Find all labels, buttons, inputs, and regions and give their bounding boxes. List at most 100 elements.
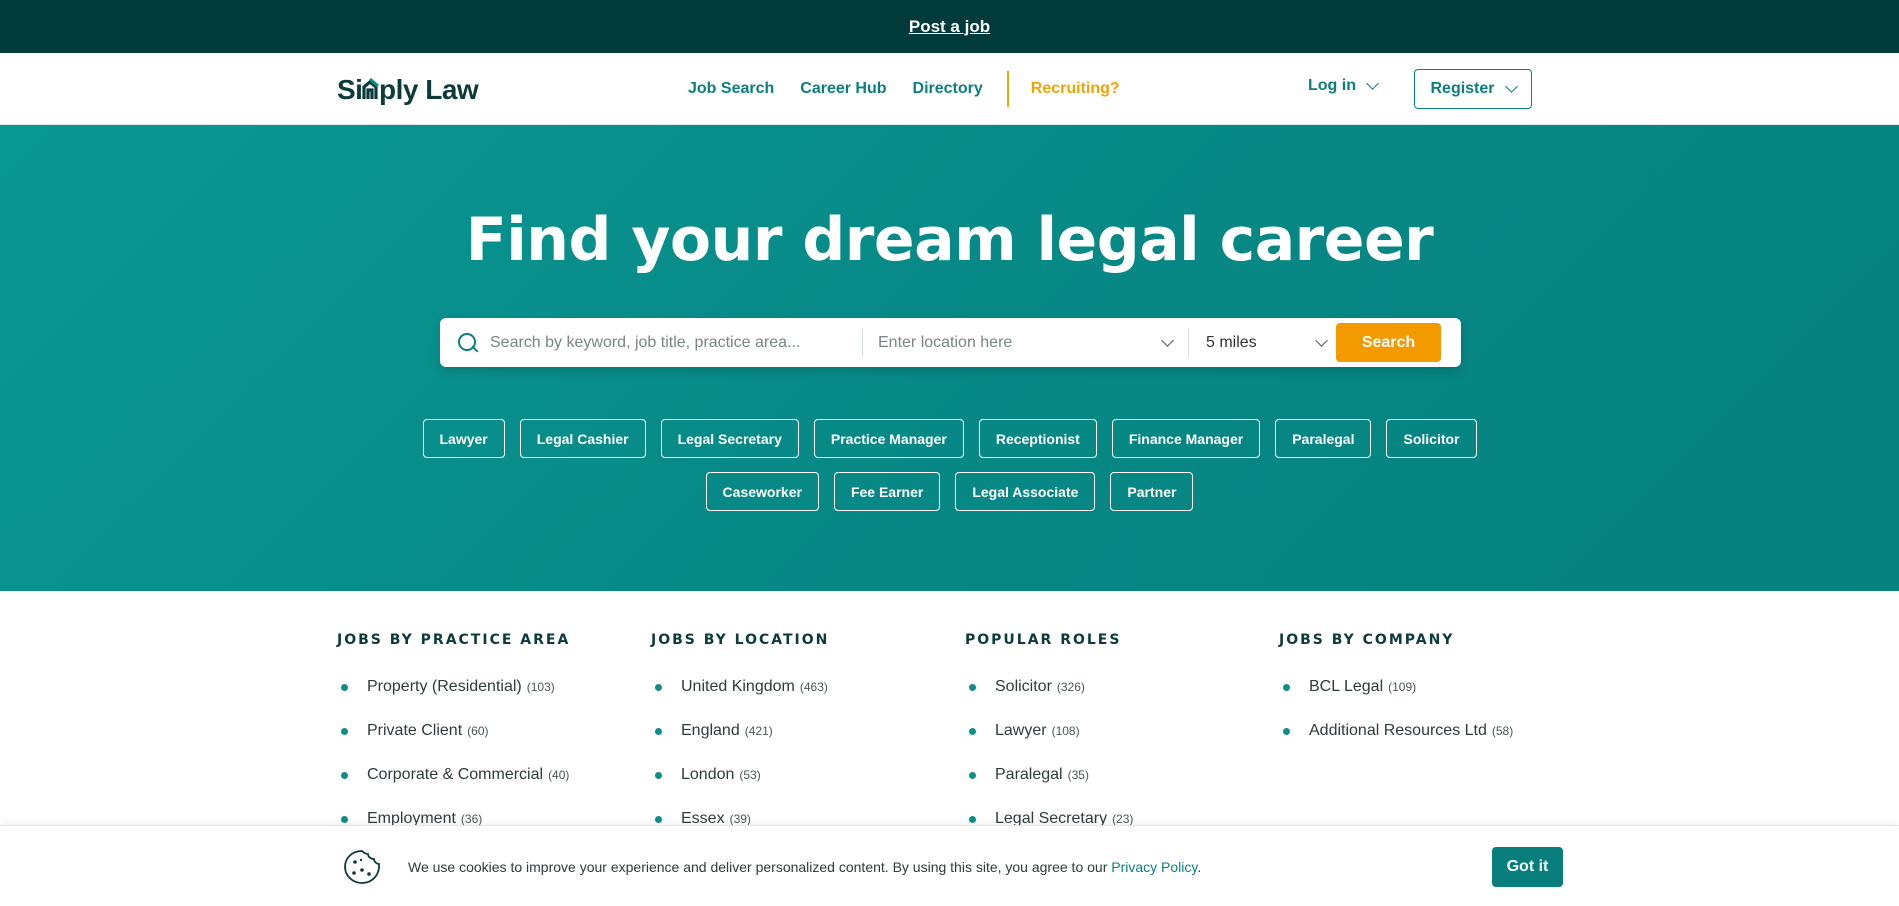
chevron-down-icon: [1504, 80, 1518, 93]
nav-links: Job Search Career Hub Directory Recruiti…: [688, 53, 1120, 125]
bullet-icon: [969, 815, 976, 823]
item-count: (53): [739, 768, 761, 782]
column-heading: POPULAR ROLES: [965, 632, 1122, 648]
list-item[interactable]: Solicitor (326): [965, 665, 1279, 709]
item-count: (103): [526, 680, 555, 694]
post-a-job-link[interactable]: Post a job: [909, 17, 990, 37]
item-label: Paralegal: [995, 766, 1063, 783]
column-heading: JOBS BY COMPANY: [1279, 632, 1455, 648]
logo[interactable]: Si ply Law: [337, 73, 479, 105]
role-chips-row-2: Caseworker Fee Earner Legal Associate Pa…: [0, 472, 1899, 511]
chevron-down-icon[interactable]: [1161, 333, 1174, 347]
job-categories: JOBS BY PRACTICE AREA Property (Resident…: [337, 632, 1593, 841]
nav-job-search[interactable]: Job Search: [688, 80, 774, 98]
item-count: (463): [799, 680, 828, 694]
item-label: United Kingdom: [681, 678, 795, 695]
divider: [862, 328, 863, 357]
column-practice-area: JOBS BY PRACTICE AREA Property (Resident…: [337, 632, 651, 841]
item-label: Lawyer: [995, 722, 1047, 739]
list-item[interactable]: Corporate & Commercial (40): [337, 753, 651, 797]
list-item[interactable]: Private Client (60): [337, 709, 651, 753]
logo-text-rest: ply Law: [379, 74, 479, 105]
bullet-icon: [655, 815, 662, 823]
item-count: (35): [1067, 768, 1089, 782]
item-label: London: [681, 766, 735, 783]
list-item[interactable]: United Kingdom (463): [651, 665, 965, 709]
privacy-policy-link[interactable]: Privacy Policy: [1111, 859, 1197, 875]
bullet-icon: [1283, 683, 1290, 691]
cookie-banner: We use cookies to improve your experienc…: [0, 825, 1899, 906]
column-company: JOBS BY COMPANY BCL Legal (109) Additiona…: [1279, 632, 1593, 841]
register-button[interactable]: Register: [1414, 69, 1532, 109]
item-count: (109): [1388, 680, 1417, 694]
list-item[interactable]: Paralegal (35): [965, 753, 1279, 797]
item-count: (58): [1491, 724, 1514, 738]
bullet-icon: [655, 727, 662, 735]
divider: [1188, 328, 1189, 357]
list-item[interactable]: England (421): [651, 709, 965, 753]
bullet-icon: [969, 683, 976, 691]
main-nav: Si ply Law Job Search Career Hub Directo…: [0, 53, 1899, 125]
list-item[interactable]: Additional Resources Ltd (58): [1279, 709, 1593, 753]
search-icon: [458, 332, 478, 353]
bullet-icon: [341, 771, 348, 779]
role-chip[interactable]: Legal Associate: [955, 472, 1096, 511]
role-chip[interactable]: Caseworker: [705, 472, 819, 511]
role-chip[interactable]: Legal Cashier: [519, 419, 646, 458]
top-banner: Post a job: [0, 0, 1899, 53]
role-chip[interactable]: Legal Secretary: [660, 419, 799, 458]
role-chip[interactable]: Lawyer: [422, 419, 505, 458]
item-label: Private Client: [367, 722, 463, 739]
bullet-icon: [341, 683, 348, 691]
list-item[interactable]: Lawyer (108): [965, 709, 1279, 753]
role-chips-row-1: Lawyer Legal Cashier Legal Secretary Pra…: [0, 419, 1899, 458]
list-item[interactable]: London (53): [651, 753, 965, 797]
list-item[interactable]: Property (Residential) (103): [337, 665, 651, 709]
logo-text: Si: [337, 74, 362, 105]
column-location: JOBS BY LOCATION United Kingdom (463) Eng…: [651, 632, 965, 841]
bullet-icon: [1283, 727, 1290, 735]
radius-value: 5 miles: [1206, 333, 1257, 351]
item-count: (60): [467, 724, 489, 738]
role-chip[interactable]: Solicitor: [1386, 419, 1477, 458]
location-input[interactable]: [878, 318, 1163, 367]
role-chip[interactable]: Fee Earner: [833, 472, 941, 511]
item-label: Property (Residential): [367, 678, 522, 695]
list-item[interactable]: BCL Legal (109): [1279, 665, 1593, 709]
bullet-icon: [341, 727, 348, 735]
role-chip[interactable]: Practice Manager: [813, 419, 964, 458]
hero-section: Find your dream legal career 5 miles Sea…: [0, 125, 1899, 591]
cookie-message: We use cookies to improve your experienc…: [408, 859, 1201, 875]
search-button[interactable]: Search: [1336, 323, 1441, 362]
item-count: (39): [729, 812, 751, 826]
bullet-icon: [341, 815, 348, 823]
bullet-icon: [969, 771, 976, 779]
register-label: Register: [1430, 80, 1495, 97]
login-menu[interactable]: Log in: [1308, 77, 1379, 95]
bullet-icon: [655, 683, 662, 691]
item-label: Corporate & Commercial: [367, 766, 544, 783]
login-label: Log in: [1308, 77, 1356, 94]
keyword-search-input[interactable]: [490, 318, 862, 367]
radius-select[interactable]: 5 miles: [1206, 333, 1328, 352]
role-chip[interactable]: Partner: [1110, 472, 1194, 511]
chevron-down-icon: [1366, 77, 1379, 90]
nav-career-hub[interactable]: Career Hub: [800, 80, 886, 98]
chevron-down-icon: [1315, 333, 1328, 347]
item-label: BCL Legal: [1309, 678, 1384, 695]
item-count: (326): [1056, 680, 1085, 694]
got-it-button[interactable]: Got it: [1492, 847, 1563, 887]
role-chip[interactable]: Paralegal: [1275, 419, 1372, 458]
nav-directory[interactable]: Directory: [913, 80, 983, 98]
item-count: (421): [744, 724, 773, 738]
item-count: (40): [548, 768, 570, 782]
job-search-bar: 5 miles Search: [440, 318, 1461, 367]
item-label: Solicitor: [995, 678, 1052, 695]
item-count: (36): [460, 812, 483, 826]
role-chip[interactable]: Receptionist: [978, 419, 1097, 458]
nav-divider: [1006, 71, 1009, 107]
nav-recruiting[interactable]: Recruiting?: [1031, 80, 1120, 98]
role-chip[interactable]: Finance Manager: [1111, 419, 1261, 458]
bullet-icon: [655, 771, 662, 779]
cookie-period: .: [1197, 859, 1202, 875]
